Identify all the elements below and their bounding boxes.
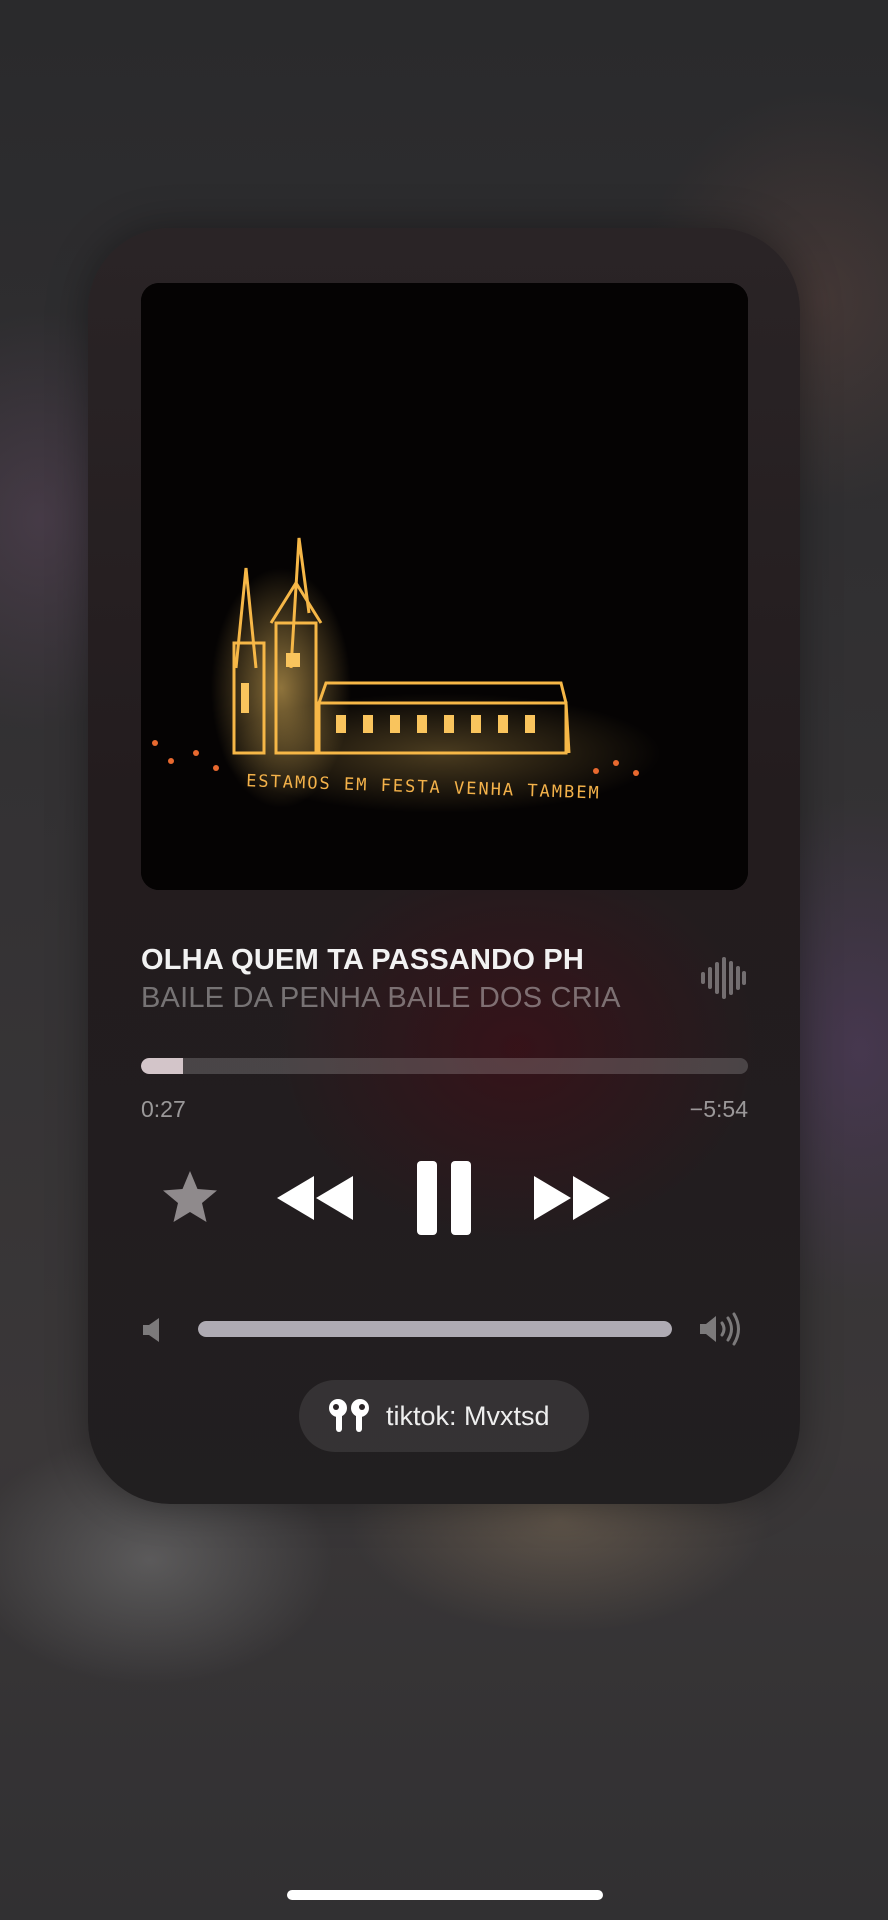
airpods-icon — [329, 1399, 369, 1432]
audio-output-button[interactable]: tiktok: Mvxtsd — [299, 1380, 589, 1452]
speaker-high-icon — [700, 1312, 740, 1346]
elapsed-time: 0:27 — [141, 1096, 186, 1122]
album-artwork[interactable]: ESTAMOS EM FESTA VENHA TAMBEM — [141, 283, 748, 890]
now-playing-card: ESTAMOS EM FESTA VENHA TAMBEM OLHA QUEM … — [88, 228, 800, 1504]
playback-scrubber[interactable] — [141, 1058, 748, 1074]
home-indicator[interactable] — [287, 1890, 603, 1900]
star-icon[interactable] — [160, 1168, 220, 1228]
audio-waveform-icon[interactable] — [698, 953, 748, 1003]
track-title: OLHA QUEM TA PASSANDO PH — [141, 944, 585, 976]
remaining-time: −5:54 — [689, 1096, 748, 1122]
playback-progress-fill — [141, 1058, 184, 1074]
volume-slider-fill — [198, 1321, 672, 1337]
speaker-low-icon — [143, 1318, 159, 1342]
pause-icon[interactable] — [415, 1161, 473, 1235]
church-lights-illustration: ESTAMOS EM FESTA VENHA TAMBEM — [141, 283, 748, 890]
volume-slider[interactable] — [198, 1321, 672, 1337]
rewind-icon[interactable] — [274, 1173, 356, 1223]
output-device-label: tiktok: Mvxtsd — [386, 1401, 550, 1431]
fast-forward-icon[interactable] — [531, 1173, 613, 1223]
track-artist[interactable]: BAILE DA PENHA BAILE DOS CRIA — [141, 982, 621, 1015]
